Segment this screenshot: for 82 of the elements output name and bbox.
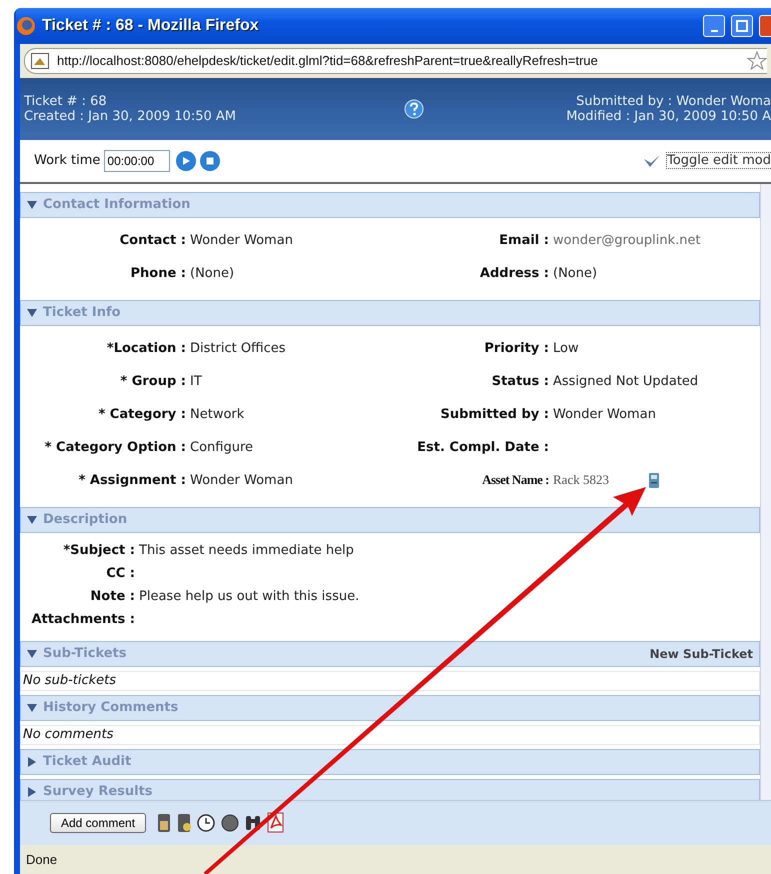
toggle-edit-mode-link[interactable]: Toggle edit mod	[666, 152, 771, 170]
work-time-label: Work time	[34, 153, 100, 168]
field-label: Email :	[498, 232, 550, 248]
maximize-icon	[736, 20, 748, 32]
browser-logo-icon	[16, 16, 36, 36]
expanded-triangle-icon[interactable]	[27, 200, 37, 210]
expanded-triangle-icon[interactable]	[27, 308, 37, 318]
stop-icon	[205, 156, 216, 166]
scrollbar[interactable]	[760, 184, 771, 800]
field-value: Wonder Woman	[190, 232, 293, 248]
stop-button[interactable]	[200, 150, 220, 171]
section-title: Survey Results	[43, 784, 154, 800]
expanded-triangle-icon[interactable]	[27, 648, 37, 659]
field-label: Asset Name :	[481, 472, 550, 488]
section-header[interactable]: Sub-Tickets New Sub-Ticket	[20, 640, 760, 667]
work-time-field[interactable]: 00:00:00	[104, 150, 170, 172]
url-text: http://localhost:8080/ehelpdesk/ticket/edit.glml?tid=68&refreshParent=true&reallyRefresh=true	[57, 53, 599, 68]
field-value: Wonder Woman	[190, 472, 293, 488]
field-label: CC :	[105, 566, 136, 581]
field-value: Network	[190, 406, 244, 422]
ticket-meta-text: Created : Jan 30, 2009 10:50 AM	[24, 108, 237, 124]
field-value: Assigned Not Updated	[553, 374, 698, 389]
minimize-button[interactable]	[703, 14, 725, 37]
play-icon	[181, 156, 192, 166]
field-value: Wonder Woman	[553, 406, 656, 422]
circle-icon[interactable]	[220, 813, 240, 834]
section-title: Ticket Info	[43, 305, 122, 320]
field-label: * Category Option :	[44, 440, 187, 455]
field-value: IT	[190, 374, 202, 389]
add-comment-button[interactable]: Add comment	[50, 813, 146, 834]
ticket-meta-text: Modified : Jan 30, 2009 10:50 A	[566, 108, 771, 124]
close-button[interactable]	[759, 14, 771, 37]
field-value: wonder@grouplink.net	[553, 232, 701, 248]
field-value: Configure	[190, 440, 254, 455]
field-label: Est. Compl. Date :	[416, 440, 550, 455]
section-title: Sub-Tickets	[43, 646, 128, 662]
field-label: Address :	[478, 266, 550, 281]
field-label: Priority :	[483, 340, 550, 356]
collapsed-triangle-icon[interactable]	[27, 756, 37, 767]
minimize-icon	[710, 30, 718, 32]
field-label: Attachments :	[30, 612, 136, 627]
help-icon[interactable]	[404, 98, 424, 119]
field-label: Status :	[490, 374, 550, 389]
window-title: Ticket # : 68 - Mozilla Firefox	[42, 16, 260, 35]
ticket-meta-text: Submitted by : Wonder Woma	[576, 94, 771, 109]
document-add-icon[interactable]	[176, 813, 192, 834]
field-label: Submitted by :	[439, 406, 550, 422]
field-value: This asset needs immediate help	[139, 542, 354, 558]
page-icon	[31, 52, 49, 69]
field-value: Low	[553, 340, 579, 356]
new-sub-ticket-link[interactable]: New Sub-Ticket	[650, 646, 753, 661]
expanded-triangle-icon[interactable]	[27, 514, 37, 525]
field-value: District Offices	[190, 340, 286, 356]
computer-icon[interactable]	[648, 472, 659, 488]
field-value: Please help us out with this issue.	[139, 588, 360, 604]
document-icon[interactable]	[156, 813, 172, 834]
empty-list-message: No sub-tickets	[20, 670, 760, 691]
address-bar[interactable]: http://localhost:8080/ehelpdesk/ticket/edit.glml?tid=68&refreshParent=true&reallyRefresh=true	[24, 48, 767, 74]
field-label: Note :	[89, 588, 136, 604]
collapsed-triangle-icon[interactable]	[27, 786, 37, 797]
field-label: * Category :	[97, 406, 187, 422]
field-value: (None)	[190, 266, 234, 281]
field-label: Phone :	[129, 266, 187, 281]
field-label: *Location :	[106, 340, 187, 356]
expanded-triangle-icon[interactable]	[27, 702, 37, 713]
status-text: Done	[26, 852, 58, 867]
field-label: *Subject :	[62, 542, 136, 558]
field-label: Contact :	[118, 232, 187, 248]
play-button[interactable]	[176, 150, 196, 171]
ticket-meta-text: Ticket # : 68	[24, 94, 108, 109]
field-label: * Group :	[119, 374, 187, 389]
star-icon[interactable]	[747, 50, 767, 71]
section-title: Contact Information	[43, 197, 192, 212]
field-value: Rack 5823	[553, 472, 609, 488]
field-label: * Assignment :	[78, 472, 187, 488]
section-title: Description	[43, 512, 128, 528]
maximize-button[interactable]	[731, 14, 753, 37]
empty-list-message: No comments	[20, 724, 760, 745]
field-value: (None)	[553, 266, 598, 281]
section-title: Ticket Audit	[43, 754, 132, 770]
clock-icon[interactable]	[196, 813, 216, 834]
section-title: History Comments	[43, 700, 180, 716]
